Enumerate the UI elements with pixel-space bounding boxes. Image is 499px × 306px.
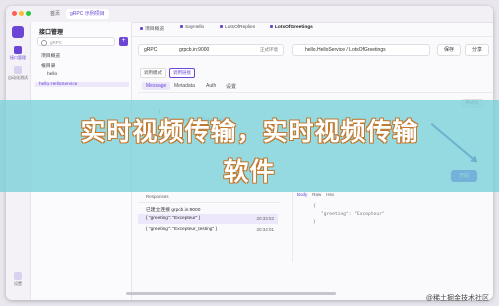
- server-url-bar[interactable]: gRPC grpcb.in:9000 正式环境: [138, 44, 284, 56]
- save-button[interactable]: 保存: [437, 44, 461, 56]
- window-tab-home[interactable]: 首页: [50, 9, 60, 19]
- tab-metadata[interactable]: Metadata: [174, 83, 195, 89]
- protocol-label: gRPC: [144, 47, 158, 53]
- tab-message[interactable]: Message: [142, 82, 171, 90]
- banner-title-line2: 软件: [223, 157, 276, 186]
- server-url-input[interactable]: grpcb.in:9000: [179, 47, 209, 53]
- tree-item-hello[interactable]: hello: [47, 72, 57, 77]
- rail-item-settings[interactable]: 设置: [8, 272, 28, 287]
- watermark: @稀土掘金技术社区: [425, 295, 489, 302]
- message-subtabs: Message Metadata Auth 设置: [138, 80, 493, 93]
- tab-body[interactable]: Body: [297, 192, 307, 197]
- tab-auth[interactable]: Auth: [206, 83, 216, 89]
- response-row[interactable]: { "greeting": "Excepteur" } 20:33:53: [138, 214, 278, 224]
- title-banner: 实时视频传输，实时视频传输 软件: [0, 100, 499, 192]
- mode-invoke[interactable]: 调用模式: [140, 68, 166, 78]
- search-icon: [41, 40, 47, 46]
- tab-overview[interactable]: 项目概览: [140, 25, 164, 32]
- tab-lotsofgreetings[interactable]: LotsOfGreetings: [270, 25, 313, 30]
- app-logo-icon: [12, 26, 24, 38]
- horizontal-scrollbar[interactable]: [126, 292, 336, 295]
- mode-link[interactable]: 调用链接: [169, 68, 195, 78]
- detail-code-line: }: [313, 220, 316, 225]
- tab-raw[interactable]: Raw: [312, 192, 321, 197]
- detail-code-line: "greeting": "Excepteur": [321, 212, 385, 217]
- response-list: Responses 已建立连接 grpcb.in:9000 { "greetin…: [138, 192, 280, 262]
- title-bar: 首页 gRPC 示例项目: [6, 6, 493, 23]
- rail-item-autotest[interactable]: 自动化测试: [8, 66, 28, 81]
- tab-hex[interactable]: Hex: [326, 192, 334, 197]
- maximize-dot-icon[interactable]: [26, 11, 31, 16]
- tab-sayhello[interactable]: SayHello: [180, 25, 204, 30]
- add-api-button[interactable]: +: [119, 37, 128, 46]
- response-detail: Body Raw Hex { "greeting": "Excepteur" }: [292, 192, 489, 262]
- window-tab-project[interactable]: gRPC 示例项目: [66, 9, 109, 19]
- tree-item-helloservice[interactable]: hello.HelloService: [35, 82, 129, 87]
- environment-select[interactable]: 正式环境: [260, 47, 278, 53]
- tree-item-overview[interactable]: 项目概览: [41, 52, 60, 59]
- request-tab-bar: 项目概览 SayHello LotsOfReplies LotsOfGreeti…: [132, 22, 493, 37]
- detail-tabs: Body Raw Hex: [297, 192, 339, 197]
- api-icon: [14, 46, 22, 54]
- detail-code-line: {: [313, 204, 316, 209]
- minimize-dot-icon[interactable]: [19, 11, 24, 16]
- method-select[interactable]: hello.HelloService / LotsOfGreetings: [292, 44, 430, 56]
- banner-title-line1: 实时视频传输，实时视频传输: [80, 117, 419, 146]
- mode-switch: 调用模式 调用链接: [140, 68, 198, 78]
- share-button[interactable]: 分享: [465, 44, 489, 56]
- test-icon: [14, 66, 22, 74]
- tree-item-root[interactable]: 根目录: [41, 62, 55, 69]
- tab-lotsofreplies[interactable]: LotsOfReplies: [220, 25, 255, 30]
- tree-search-input[interactable]: gRPC: [37, 37, 115, 46]
- response-row[interactable]: 已建立连接 grpcb.in:9000: [138, 204, 278, 214]
- close-dot-icon[interactable]: [12, 11, 17, 16]
- tab-settings[interactable]: 设置: [226, 83, 236, 90]
- response-header: Responses: [138, 192, 280, 203]
- sidebar-title: 接口管理: [39, 30, 64, 36]
- gear-icon: [14, 272, 22, 280]
- response-row[interactable]: { "greeting": "Excepteur_testing" } 20:34…: [138, 225, 278, 235]
- rail-item-api[interactable]: 接口管理: [8, 46, 28, 61]
